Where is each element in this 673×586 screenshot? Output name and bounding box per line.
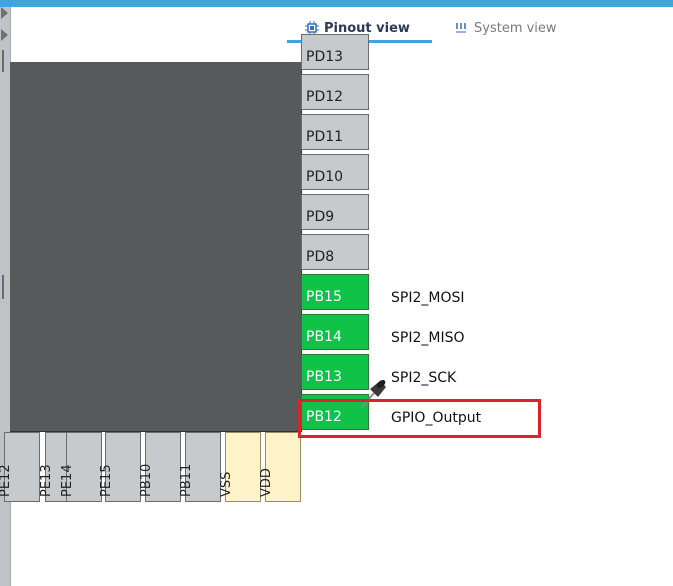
pin-pb14[interactable]: PB14: [301, 314, 369, 350]
pin-pb10[interactable]: PB10: [139, 432, 181, 502]
top-accent-bar: [0, 0, 673, 7]
mcu-chip-body: [10, 62, 302, 432]
system-view-icon: [456, 23, 466, 33]
chip-icon: [305, 21, 319, 35]
pin-pb13[interactable]: PB13: [301, 354, 369, 390]
tab-system-view-label: System view: [474, 20, 557, 36]
pin-name: PD9: [306, 209, 335, 225]
pin-vss[interactable]: VSS: [219, 432, 261, 502]
pin-vdd[interactable]: VDD: [259, 432, 301, 502]
pin-name: PD11: [306, 129, 344, 145]
pin-label-pb14: SPI2_MISO: [391, 330, 465, 346]
pin-pe12[interactable]: PE12: [0, 432, 40, 502]
tab-system-view[interactable]: System view: [455, 16, 557, 40]
pin-name: PD13: [306, 49, 344, 65]
pin-label-pb13: SPI2_SCK: [391, 370, 457, 386]
pin-name: PB10: [139, 463, 154, 497]
pin-pd12[interactable]: PD12: [301, 74, 369, 110]
pin-name: PB15: [306, 289, 342, 305]
pin-name: PE12: [0, 464, 13, 497]
scroll-tick: [2, 275, 4, 299]
pin-pb15[interactable]: PB15: [301, 274, 369, 310]
pin-pd9[interactable]: PD9: [301, 194, 369, 230]
pin-pe14[interactable]: PE14: [60, 432, 102, 502]
pin-name: PE15: [99, 464, 114, 497]
pin-name: PD10: [306, 169, 344, 185]
pin-pd10[interactable]: PD10: [301, 154, 369, 190]
scroll-tick: [2, 50, 4, 72]
pin-pe15[interactable]: PE15: [99, 432, 141, 502]
pin-name: PB14: [306, 329, 342, 345]
pin-name: PB13: [306, 369, 342, 385]
pin-name: PE13: [39, 464, 54, 497]
pin-pb11[interactable]: PB11: [179, 432, 221, 502]
highlight-box: [298, 399, 541, 438]
pin-name: PB11: [179, 463, 194, 497]
pin-label-pb15: SPI2_MOSI: [391, 290, 465, 306]
pin-pd8[interactable]: PD8: [301, 234, 369, 270]
pin-pd13[interactable]: PD13: [301, 34, 369, 70]
collapse-arrow-icon[interactable]: [1, 7, 8, 19]
pin-pd11[interactable]: PD11: [301, 114, 369, 150]
expand-arrow-icon[interactable]: [1, 29, 8, 41]
pin-name: PD8: [306, 249, 335, 265]
pin-name: VSS: [219, 471, 234, 497]
pin-name: PD12: [306, 89, 344, 105]
pin-name: VDD: [259, 468, 274, 497]
pin-name: PE14: [60, 464, 75, 497]
